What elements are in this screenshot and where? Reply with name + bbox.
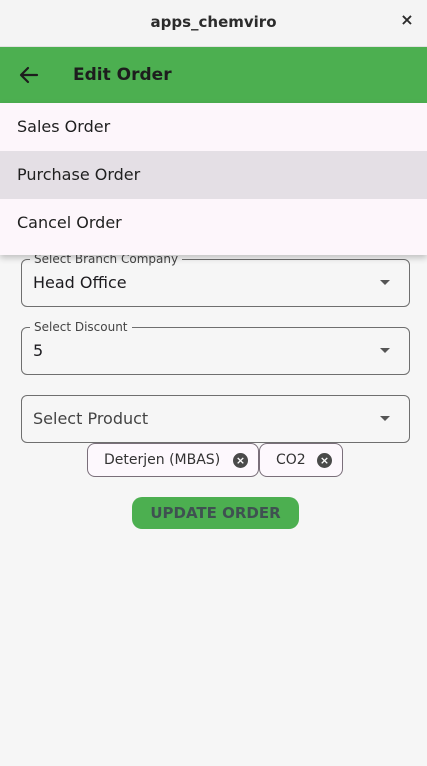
page-title: Edit Order (73, 65, 172, 85)
window-title: apps_chemviro (150, 13, 277, 31)
close-icon[interactable]: × (399, 12, 415, 28)
chip-label: Deterjen (MBAS) (104, 452, 221, 468)
dropdown-arrow-icon (380, 348, 390, 353)
branch-company-value: Head Office (33, 273, 127, 292)
menu-item-cancel-order[interactable]: Cancel Order (0, 199, 427, 247)
discount-label: Select Discount (30, 319, 132, 335)
dropdown-arrow-icon (380, 280, 390, 285)
dropdown-arrow-icon (380, 416, 390, 421)
discount-dropdown[interactable]: Select Discount 5 (21, 319, 410, 375)
discount-value: 5 (33, 341, 44, 360)
chip-label: CO2 (276, 452, 306, 468)
product-placeholder: Select Product (33, 409, 149, 428)
app-bar: Edit Order (0, 47, 427, 103)
menu-item-purchase-order[interactable]: Purchase Order (0, 151, 427, 199)
back-arrow-icon[interactable] (18, 64, 40, 86)
order-type-menu: Sales Order Purchase Order Cancel Order (0, 103, 427, 255)
remove-chip-icon[interactable]: × (317, 453, 332, 468)
product-chip: CO2 × (259, 443, 343, 477)
remove-chip-icon[interactable]: × (233, 453, 248, 468)
product-chip: Deterjen (MBAS) × (87, 443, 259, 477)
branch-company-dropdown[interactable]: Select Branch Company Head Office (21, 251, 410, 307)
product-dropdown[interactable]: Select Product (21, 395, 410, 443)
menu-item-sales-order[interactable]: Sales Order (0, 103, 427, 151)
window-titlebar: apps_chemviro × (0, 0, 427, 47)
update-order-button[interactable]: UPDATE ORDER (132, 497, 299, 529)
